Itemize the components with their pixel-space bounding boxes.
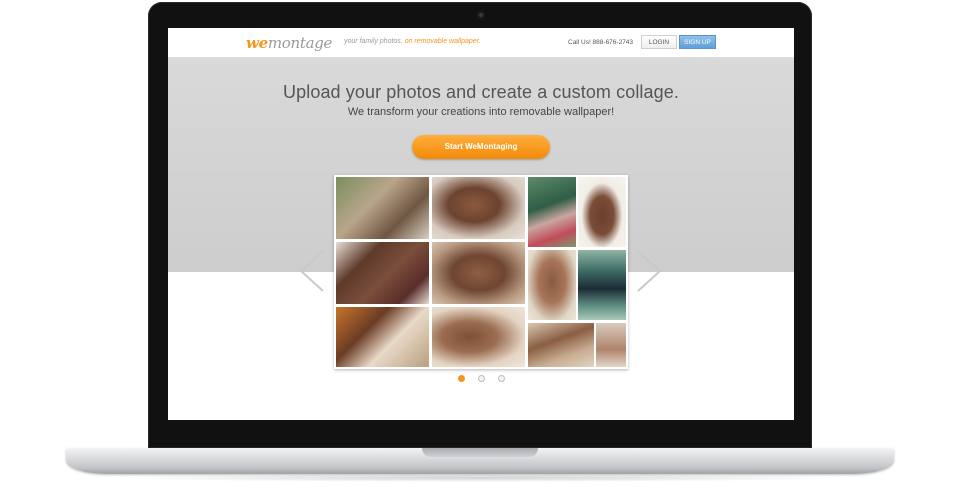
site-header: wemontage your family photos. on removab… — [168, 28, 794, 58]
carousel-dot[interactable] — [478, 375, 485, 382]
chevron-right-icon[interactable] — [635, 249, 663, 293]
hero-title: Upload your photos and create a custom c… — [283, 82, 679, 102]
tagline-highlight: on removable wallpaper. — [404, 38, 481, 45]
logo-suffix: montage — [267, 34, 333, 52]
collage-photo — [528, 177, 576, 247]
collage-photo — [596, 323, 626, 367]
chevron-left-icon[interactable] — [298, 249, 326, 293]
tagline-start: your family photos. — [344, 38, 403, 45]
carousel-dot[interactable] — [458, 375, 465, 382]
phone-number: Call Us! 888-676-2743 — [568, 39, 634, 46]
login-button[interactable]: LOGIN — [641, 35, 677, 49]
logo-prefix: we — [246, 34, 268, 52]
tagline: your family photos. on removable wallpap… — [344, 38, 481, 45]
hero-subtitle: We transform your creations into removab… — [347, 106, 615, 118]
collage-photo — [528, 323, 594, 367]
carousel-dot[interactable] — [498, 375, 505, 382]
photo-collage — [334, 175, 628, 369]
collage-photo — [336, 307, 429, 367]
collage-photo — [432, 177, 525, 239]
logo[interactable]: wemontage — [246, 34, 332, 52]
collage-photo — [432, 307, 525, 367]
laptop-opening-notch — [422, 448, 538, 457]
collage-photo — [578, 177, 626, 247]
carousel-pagination — [168, 375, 794, 383]
collage-photo — [336, 177, 429, 239]
collage-photo — [336, 242, 429, 304]
signup-button[interactable]: SIGN UP — [679, 35, 716, 49]
collage-photo — [432, 242, 525, 304]
browser-screen: wemontage your family photos. on removab… — [168, 28, 794, 420]
start-wemontaging-button[interactable]: Start WeMontaging — [412, 135, 550, 159]
webcam-icon — [477, 11, 485, 19]
collage-photo — [578, 250, 626, 320]
laptop-shadow — [110, 474, 850, 482]
collage-photo — [528, 250, 576, 320]
